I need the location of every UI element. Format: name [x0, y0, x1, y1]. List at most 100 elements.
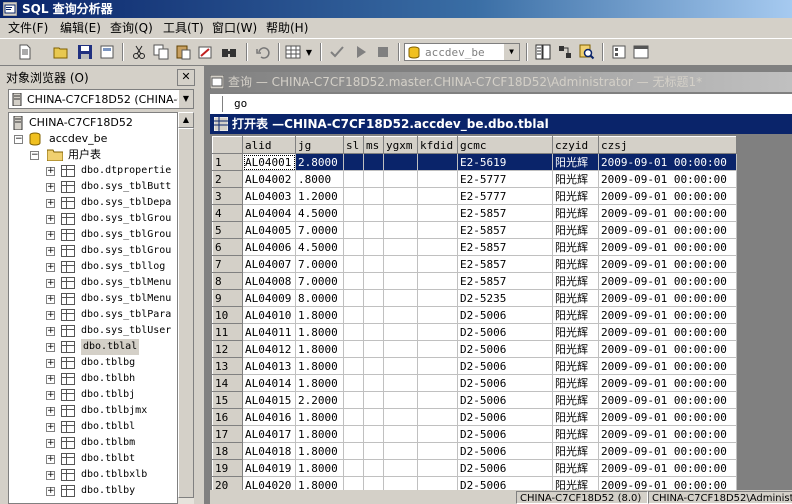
- grid-cell[interactable]: 2009-09-01 00:00:00: [598, 408, 737, 426]
- grid-cell[interactable]: 2009-09-01 00:00:00: [598, 238, 737, 256]
- grid-cell[interactable]: [343, 323, 364, 341]
- expand-icon[interactable]: +: [46, 359, 55, 368]
- grid-cell[interactable]: [417, 153, 458, 171]
- grid-cell[interactable]: 阳光辉: [552, 204, 599, 222]
- grid-cell[interactable]: [363, 255, 384, 273]
- row-number[interactable]: 14: [212, 374, 243, 392]
- expand-icon[interactable]: +: [46, 391, 55, 400]
- grid-cell[interactable]: 阳光辉: [552, 170, 599, 188]
- grid-cell[interactable]: [343, 238, 364, 256]
- grid-cell[interactable]: AL04011: [242, 323, 296, 341]
- grid-cell[interactable]: AL04007: [242, 255, 296, 273]
- menu-tools[interactable]: 工具(T): [163, 20, 204, 36]
- copy-icon[interactable]: [152, 44, 170, 60]
- grid-cell[interactable]: [363, 357, 384, 375]
- grid-cell[interactable]: [363, 238, 384, 256]
- column-header[interactable]: czyid: [552, 136, 599, 154]
- table-window-title-bar[interactable]: 打开表 —CHINA-C7CF18D52.accdev_be.dbo.tblal: [210, 114, 792, 134]
- grid-cell[interactable]: [417, 391, 458, 409]
- table-row[interactable]: 16 AL04016 1.8000 D2-5006 阳光辉 2009-09-01 00:0…: [212, 408, 737, 426]
- row-number[interactable]: 5: [212, 221, 243, 239]
- object-browser-toggle-icon[interactable]: [534, 44, 552, 60]
- grid-cell[interactable]: [363, 306, 384, 324]
- grid-cell[interactable]: 2009-09-01 00:00:00: [598, 442, 737, 460]
- grid-cell[interactable]: 阳光辉: [552, 272, 599, 290]
- grid-cell[interactable]: 阳光辉: [552, 391, 599, 409]
- grid-cell[interactable]: [417, 255, 458, 273]
- expand-icon[interactable]: +: [46, 311, 55, 320]
- grid-cell[interactable]: 7.0000: [295, 255, 344, 273]
- grid-cell[interactable]: 4.5000: [295, 238, 344, 256]
- table-row[interactable]: 5 AL04005 7.0000 E2-5857 阳光辉 2009-09-01 00:00…: [212, 221, 737, 239]
- row-number[interactable]: 12: [212, 340, 243, 358]
- grid-cell[interactable]: [343, 442, 364, 460]
- row-number[interactable]: 9: [212, 289, 243, 307]
- grid-cell[interactable]: [383, 323, 418, 341]
- row-number[interactable]: 19: [212, 459, 243, 477]
- grid-cell[interactable]: 1.8000: [295, 408, 344, 426]
- row-number[interactable]: 6: [212, 238, 243, 256]
- row-number[interactable]: 4: [212, 204, 243, 222]
- grid-cell[interactable]: 7.0000: [295, 272, 344, 290]
- grid-cell[interactable]: AL04002: [242, 170, 296, 188]
- grid-cell[interactable]: [363, 476, 384, 490]
- grid-cell[interactable]: 阳光辉: [552, 374, 599, 392]
- grid-cell[interactable]: AL04013: [242, 357, 296, 375]
- grid-cell[interactable]: 1.8000: [295, 442, 344, 460]
- grid-cell[interactable]: D2-5006: [457, 459, 553, 477]
- grid-cell[interactable]: [417, 187, 458, 205]
- grid-cell[interactable]: AL04015: [242, 391, 296, 409]
- database-select[interactable]: accdev_be ▼: [404, 43, 520, 61]
- grid-cell[interactable]: 2009-09-01 00:00:00: [598, 425, 737, 443]
- table-row[interactable]: 9 AL04009 8.0000 D2-5235 阳光辉 2009-09-01 00:00…: [212, 289, 737, 307]
- paste-icon[interactable]: [174, 44, 192, 60]
- grid-cell[interactable]: [343, 255, 364, 273]
- grid-cell[interactable]: 2009-09-01 00:00:00: [598, 340, 737, 358]
- grid-cell[interactable]: [363, 340, 384, 358]
- grid-cell[interactable]: 2009-09-01 00:00:00: [598, 306, 737, 324]
- grid-cell[interactable]: 2009-09-01 00:00:00: [598, 289, 737, 307]
- grid-cell[interactable]: AL04016: [242, 408, 296, 426]
- grid-cell[interactable]: .8000: [295, 170, 344, 188]
- row-number[interactable]: 15: [212, 391, 243, 409]
- grid-cell[interactable]: [343, 204, 364, 222]
- menu-window[interactable]: 窗口(W): [212, 20, 257, 36]
- expand-icon[interactable]: +: [46, 407, 55, 416]
- menu-help[interactable]: 帮助(H): [266, 20, 308, 36]
- grid-cell[interactable]: 8.0000: [295, 289, 344, 307]
- table-row[interactable]: 17 AL04017 1.8000 D2-5006 阳光辉 2009-09-01 00:0…: [212, 425, 737, 443]
- grid-cell[interactable]: 阳光辉: [552, 442, 599, 460]
- grid-cell[interactable]: [417, 272, 458, 290]
- grid-cell[interactable]: 2009-09-01 00:00:00: [598, 476, 737, 490]
- grid-cell[interactable]: [363, 391, 384, 409]
- table-row[interactable]: 6 AL04006 4.5000 E2-5857 阳光辉 2009-09-01 00:00…: [212, 238, 737, 256]
- tree-scrollbar[interactable]: ▲: [178, 112, 194, 504]
- grid-cell[interactable]: [383, 170, 418, 188]
- row-number[interactable]: 8: [212, 272, 243, 290]
- grid-cell[interactable]: [417, 374, 458, 392]
- grid-cell[interactable]: [417, 204, 458, 222]
- table-row[interactable]: 10 AL04010 1.8000 D2-5006 阳光辉 2009-09-01 00:0…: [212, 306, 737, 324]
- save-icon[interactable]: [76, 44, 94, 60]
- grid-cell[interactable]: D2-5006: [457, 306, 553, 324]
- grid-cell[interactable]: D2-5006: [457, 442, 553, 460]
- grid-cell[interactable]: D2-5006: [457, 357, 553, 375]
- grid-cell[interactable]: E2-5857: [457, 204, 553, 222]
- menu-query[interactable]: 查询(Q): [110, 20, 153, 36]
- table-row[interactable]: 12 AL04012 1.8000 D2-5006 阳光辉 2009-09-01 00:0…: [212, 340, 737, 358]
- grid-cell[interactable]: [417, 442, 458, 460]
- grid-cell[interactable]: [363, 442, 384, 460]
- grid-cell[interactable]: [417, 221, 458, 239]
- stop-query-icon[interactable]: [374, 44, 392, 60]
- grid-cell[interactable]: AL04019: [242, 459, 296, 477]
- grid-cell[interactable]: AL04001: [242, 153, 296, 171]
- grid-cell[interactable]: [343, 459, 364, 477]
- grid-cell[interactable]: D2-5006: [457, 340, 553, 358]
- expand-icon[interactable]: +: [46, 471, 55, 480]
- expand-icon[interactable]: +: [46, 199, 55, 208]
- grid-cell[interactable]: 1.8000: [295, 323, 344, 341]
- grid-cell[interactable]: 1.8000: [295, 476, 344, 490]
- grid-cell[interactable]: [363, 272, 384, 290]
- grid-cell[interactable]: [383, 391, 418, 409]
- grid-cell[interactable]: AL04014: [242, 374, 296, 392]
